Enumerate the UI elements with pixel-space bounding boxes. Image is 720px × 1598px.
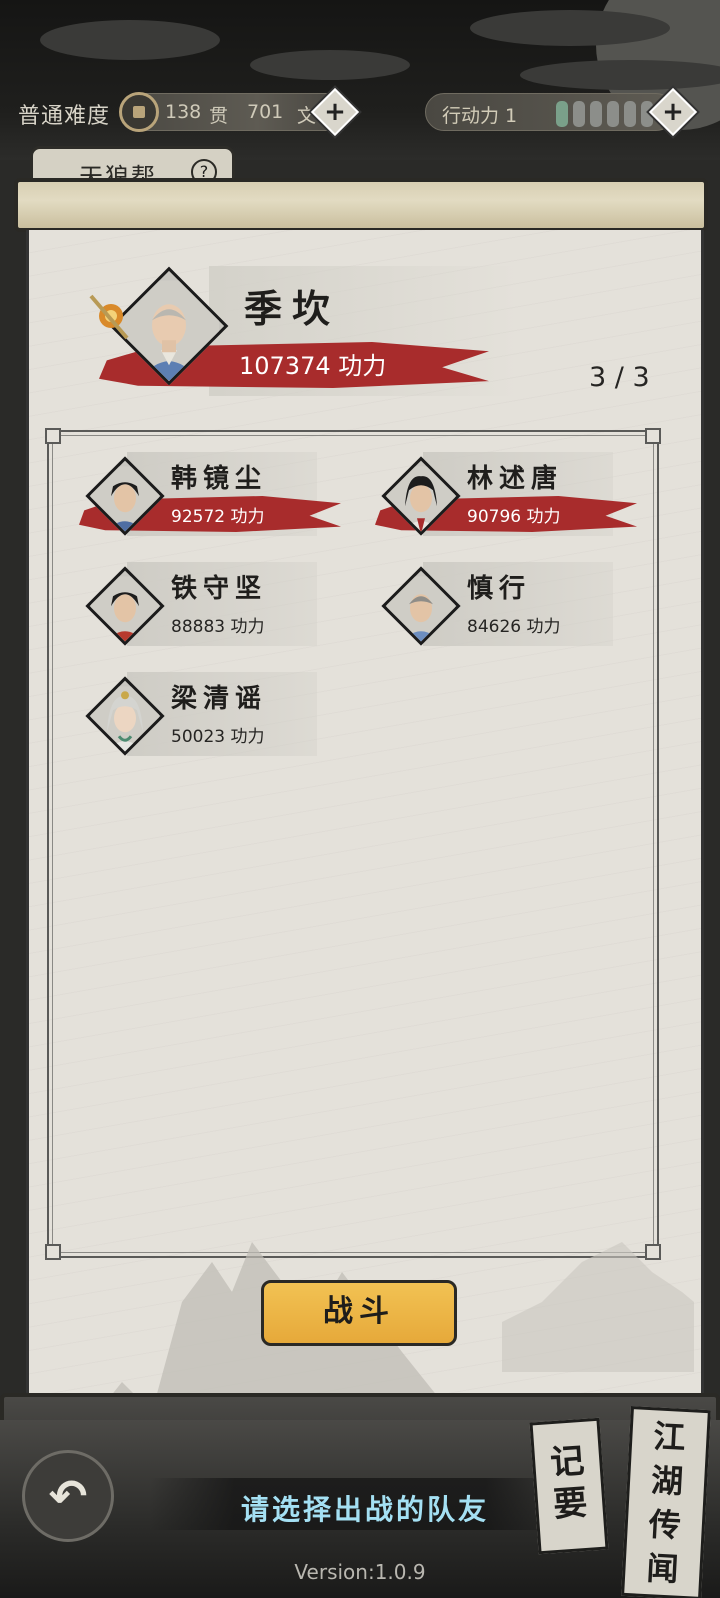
- notes-button-label: 记要: [548, 1440, 589, 1526]
- leader-power: 107374 功力: [239, 352, 387, 380]
- roster-member[interactable]: 梁清谣 50023 功力: [79, 668, 349, 760]
- stamina-display: 行动力 1: [425, 93, 675, 131]
- member-power: 92572 功力: [171, 507, 265, 527]
- member-power: 84626 功力: [467, 617, 561, 637]
- hint-text: 请选择出战的队友: [240, 1493, 489, 1526]
- member-name: 林述唐: [467, 464, 564, 494]
- member-power: 50023 功力: [171, 727, 265, 747]
- difficulty-label: 普通难度: [18, 104, 111, 129]
- back-button[interactable]: ↶: [22, 1450, 114, 1542]
- version-label: Version:1.0.9: [294, 1560, 426, 1584]
- roster-frame: 韩镜尘 92572 功力 林述唐 90796 功力 铁守坚 88883 功力 慎…: [45, 428, 694, 1395]
- member-power: 90796 功力: [467, 507, 561, 527]
- stamina-pip: [556, 101, 568, 127]
- stamina-pip: [624, 101, 636, 127]
- member-name: 铁守坚: [171, 574, 268, 604]
- member-name: 梁清谣: [171, 684, 268, 714]
- leader-name: 季坎: [244, 286, 341, 331]
- weapon-staff-icon: [89, 294, 129, 340]
- wen-value: 701: [247, 101, 284, 123]
- top-bar: 普通难度 138 贯 701 文 + 行动力 1 +: [0, 87, 720, 138]
- stamina-pip: [573, 101, 585, 127]
- team-count: 3 / 3: [589, 362, 650, 393]
- roster-member[interactable]: 慎行 84626 功力: [375, 558, 645, 650]
- plus-icon: +: [324, 97, 346, 127]
- stamina-pip: [590, 101, 602, 127]
- roster-member[interactable]: 林述唐 90796 功力: [375, 448, 645, 540]
- plus-icon: +: [662, 97, 684, 127]
- coin-icon: [119, 92, 159, 132]
- roster-member[interactable]: 铁守坚 88883 功力: [79, 558, 349, 650]
- stamina-pip: [607, 101, 619, 127]
- scroll-top-roller: [14, 178, 708, 232]
- guan-unit: 贯: [209, 105, 229, 127]
- back-arrow-icon: ↶: [48, 1469, 88, 1523]
- member-name: 韩镜尘: [171, 464, 268, 494]
- guan-value: 138: [165, 101, 202, 123]
- roster-member[interactable]: 韩镜尘 92572 功力: [79, 448, 349, 540]
- member-name: 慎行: [467, 574, 532, 604]
- stamina-label: 行动力 1: [442, 105, 518, 127]
- member-power: 88883 功力: [171, 617, 265, 637]
- fight-button[interactable]: 战斗: [261, 1280, 457, 1346]
- notes-button[interactable]: 记要: [529, 1417, 609, 1555]
- team-selection-panel: 季坎 107374 功力 3 / 3 韩镜尘 92572 功力 林述唐 9079…: [26, 230, 704, 1395]
